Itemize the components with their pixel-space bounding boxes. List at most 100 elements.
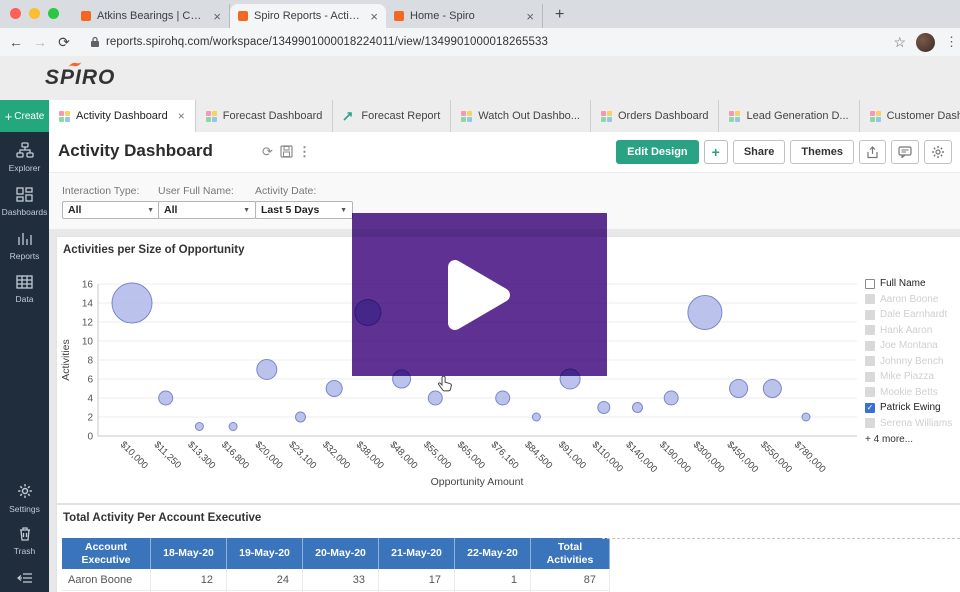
checkbox-dimmed-icon[interactable] — [865, 340, 875, 351]
themes-button[interactable]: Themes — [790, 140, 854, 164]
bubble-32-000[interactable] — [325, 380, 343, 397]
legend-item-johnny-bench[interactable]: Johnny Bench — [865, 354, 960, 370]
legend-item-mookie-betts[interactable]: Mookie Betts — [865, 385, 960, 401]
minimize-window-icon[interactable] — [29, 8, 40, 19]
bubble-23-100[interactable] — [295, 411, 306, 423]
checkbox-dimmed-icon[interactable] — [865, 325, 875, 336]
bubble-190-000[interactable] — [663, 390, 679, 406]
browser-tab-atkins-bearings-company-de[interactable]: Atkins Bearings | Company De × — [73, 4, 230, 28]
legend-item-dale-earnhardt[interactable]: Dale Earnhardt — [865, 307, 960, 323]
sidebar-collapse[interactable] — [0, 572, 49, 584]
create-button[interactable]: + Create — [0, 100, 49, 132]
export-button[interactable] — [859, 140, 886, 164]
window-controls[interactable] — [10, 8, 59, 19]
save-icon[interactable] — [280, 145, 293, 160]
play-icon[interactable] — [445, 257, 515, 333]
sidebar-item-trash[interactable]: Trash — [0, 526, 49, 556]
dashboard-tab-lead-generation-d[interactable]: Lead Generation D... — [719, 100, 860, 132]
bubble-76-160[interactable] — [495, 390, 511, 406]
dashboard-tab-close-icon[interactable]: × — [178, 109, 185, 123]
comments-button[interactable] — [891, 140, 919, 164]
legend-item-mike-piazza[interactable]: Mike Piazza — [865, 369, 960, 385]
bubble-450-000[interactable] — [729, 379, 749, 398]
legend-more-link[interactable]: + 4 more... — [865, 434, 960, 445]
bubble-110-000[interactable] — [597, 401, 611, 414]
bubble-140-000[interactable] — [632, 402, 643, 413]
sidebar-item-explorer[interactable]: Explorer — [0, 142, 49, 173]
refresh-icon[interactable]: ⟳ — [262, 145, 273, 158]
page-menu-icon[interactable]: ⋮ — [298, 145, 311, 158]
profile-avatar[interactable] — [916, 32, 935, 52]
filter-select-user-full-name[interactable]: All ▼ — [158, 201, 256, 219]
legend-header[interactable]: Full Name — [865, 276, 960, 292]
dashboards-icon — [16, 187, 33, 204]
bubble-20-000[interactable] — [256, 359, 278, 380]
bubble-55-000[interactable] — [427, 390, 443, 406]
legend-item-hank-aaron[interactable]: Hank Aaron — [865, 323, 960, 339]
explorer-icon — [15, 142, 34, 160]
column-header-account-executive[interactable]: Account Executive — [62, 538, 151, 570]
bubble-300-000[interactable] — [687, 295, 723, 330]
bubble-780-000[interactable] — [801, 412, 811, 422]
bubble-84-500[interactable] — [531, 412, 541, 422]
legend-item-patrick-ewing[interactable]: ✓ Patrick Ewing — [865, 400, 960, 416]
checkbox-dimmed-icon[interactable] — [865, 309, 875, 320]
url-text[interactable]: reports.spirohq.com/workspace/1349901000… — [106, 36, 548, 48]
settings-button[interactable] — [924, 140, 952, 164]
checkbox-dimmed-icon[interactable] — [865, 418, 875, 429]
x-tick-label: $76,160 — [489, 439, 521, 471]
share-button[interactable]: Share — [732, 140, 786, 164]
column-header-22-may-20[interactable]: 22-May-20 — [454, 538, 531, 570]
bubble-10-000[interactable] — [111, 282, 153, 324]
forward-icon[interactable]: → — [28, 34, 52, 50]
sidebar-item-data[interactable]: Data — [0, 275, 49, 304]
bookmark-star-icon[interactable]: ☆ — [893, 34, 906, 51]
tab-close-icon[interactable]: × — [370, 9, 378, 24]
browser-menu-icon[interactable]: ⋮ — [945, 34, 958, 50]
sidebar-item-settings[interactable]: Settings — [0, 483, 49, 514]
back-icon[interactable]: ← — [4, 34, 28, 50]
column-header-20-may-20[interactable]: 20-May-20 — [302, 538, 379, 570]
column-header-21-may-20[interactable]: 21-May-20 — [378, 538, 455, 570]
bubble-11-250[interactable] — [158, 390, 174, 406]
filter-select-interaction-type[interactable]: All ▼ — [62, 201, 160, 219]
new-tab-button[interactable]: + — [555, 6, 564, 24]
column-header-18-may-20[interactable]: 18-May-20 — [150, 538, 227, 570]
checkbox-dimmed-icon[interactable] — [865, 387, 875, 398]
checkbox-checked-icon[interactable]: ✓ — [865, 402, 875, 413]
dashboard-tab-forecast-dashboard[interactable]: Forecast Dashboard — [195, 100, 334, 132]
bubble-550-000[interactable] — [762, 379, 782, 398]
bubble-16-800[interactable] — [228, 422, 238, 431]
column-header-19-may-20[interactable]: 19-May-20 — [226, 538, 303, 570]
bubble-13-300[interactable] — [194, 422, 204, 431]
checkbox-dimmed-icon[interactable] — [865, 371, 875, 382]
reload-icon[interactable]: ⟳ — [52, 34, 76, 51]
dashboard-tab-activity-dashboard[interactable]: Activity Dashboard × — [49, 100, 196, 132]
legend-item-serena-williams[interactable]: Serena Williams — [865, 416, 960, 432]
edit-design-button[interactable]: Edit Design — [616, 140, 699, 164]
legend-checkbox-all[interactable] — [865, 278, 875, 289]
sidebar-item-label: Settings — [9, 504, 40, 514]
column-header-total-activities[interactable]: Total Activities — [530, 538, 610, 570]
app-header: SPIRO — [0, 56, 960, 100]
video-play-layer[interactable] — [352, 213, 607, 376]
checkbox-dimmed-icon[interactable] — [865, 294, 875, 305]
dashboard-tab-orders-dashboard[interactable]: Orders Dashboard — [590, 100, 720, 132]
dashboard-tab-customer-dashboa[interactable]: Customer Dashboa... — [859, 100, 960, 132]
tab-close-icon[interactable]: × — [526, 9, 534, 24]
filter-select-activity-date[interactable]: Last 5 Days ▼ — [255, 201, 353, 219]
dashboard-tab-watch-out-dashbo[interactable]: Watch Out Dashbo... — [451, 100, 591, 132]
maximize-window-icon[interactable] — [48, 8, 59, 19]
browser-tab-spiro-reports-activity-dashb[interactable]: Spiro Reports - Activity Dashb × — [230, 4, 386, 28]
browser-tab-home-spiro[interactable]: Home - Spiro × — [386, 4, 543, 28]
close-window-icon[interactable] — [10, 8, 21, 19]
legend-item-aaron-boone[interactable]: Aaron Boone — [865, 292, 960, 308]
checkbox-dimmed-icon[interactable] — [865, 356, 875, 367]
legend-item-joe-montana[interactable]: Joe Montana — [865, 338, 960, 354]
dashboard-tab-forecast-report[interactable]: Forecast Report — [333, 100, 452, 132]
table-row-aaron-boone[interactable]: Aaron Boone 12 24 33 17 1 87 — [62, 569, 610, 592]
add-widget-button[interactable]: + — [703, 140, 728, 164]
tab-close-icon[interactable]: × — [213, 9, 221, 24]
sidebar-item-reports[interactable]: Reports — [0, 231, 49, 261]
sidebar-item-dashboards[interactable]: Dashboards — [0, 187, 49, 217]
